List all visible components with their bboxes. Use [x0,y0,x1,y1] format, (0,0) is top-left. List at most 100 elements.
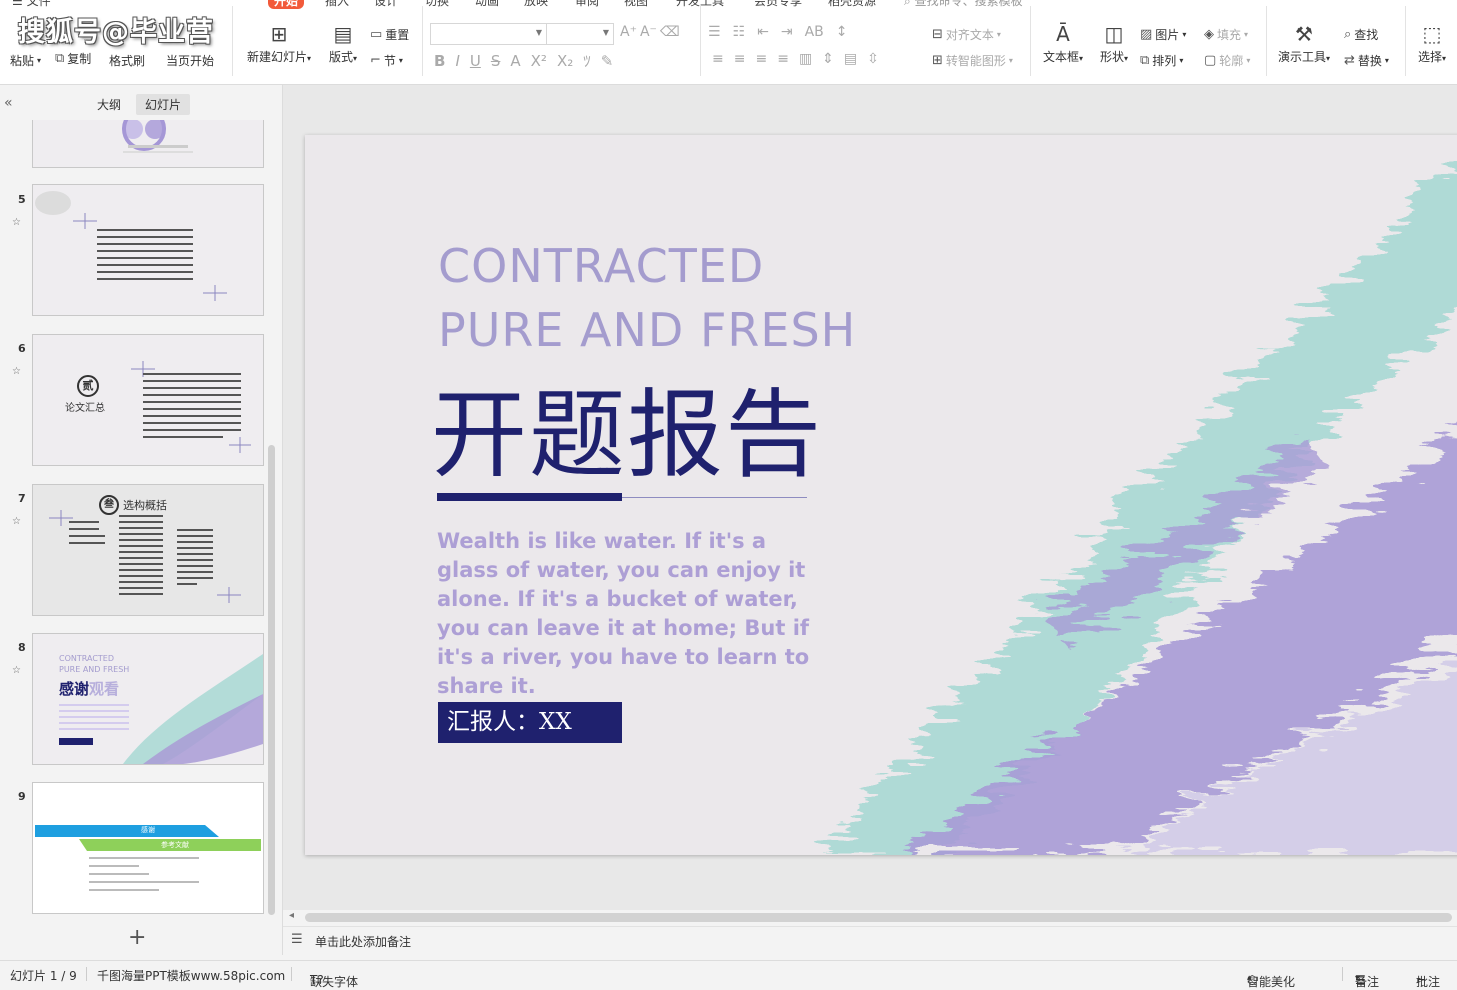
phonetic-icon[interactable]: ﾂ [583,50,591,71]
chevron-down-icon: ▾ [1124,54,1129,63]
chevron-down-icon: ▾ [1244,30,1249,39]
slide-canvas[interactable]: CONTRACTED PURE AND FRESH 开题报告 Wealth is… [305,135,1457,855]
new-slide-button[interactable]: ⊞ 新建幻灯片▾ [243,22,315,65]
align-center-icon[interactable]: ≡ [734,51,746,67]
slide-thumbnail-9[interactable]: 感谢 参考文献 [32,782,264,914]
shape-icon: ◫ [1104,22,1124,46]
picture-label: 图片 [1155,28,1180,42]
align-text-button[interactable]: ⊟ 对齐文本 ▾ [932,26,1001,43]
tab-slides[interactable]: 幻灯片 [136,94,191,115]
outline-button[interactable]: ▢ 轮廓 ▾ [1204,52,1250,69]
copy-button[interactable]: ⧉ 复制 [55,50,91,67]
thumb4-art [122,120,193,153]
para-spacing-icon[interactable]: ⇕ [822,51,834,67]
tab-review[interactable]: 审阅 [575,0,599,9]
underline-icon[interactable]: U [470,52,481,70]
layout-button[interactable]: ▤ 版式▾ [325,22,361,65]
arrange-button[interactable]: ⧉ 排列 ▾ [1140,52,1183,69]
notes-area[interactable]: ☰ 单击此处添加备注 [283,926,1457,955]
numbered-list-icon[interactable]: ☷ [733,24,746,40]
template-name: 千图海量PPT模板www.58pic.com [97,969,286,983]
search-icon: ⌕ [904,0,911,8]
ribbon-divider [232,6,233,76]
outdent-icon[interactable]: ⇤ [757,24,769,40]
tab-transition[interactable]: 切换 [425,0,449,9]
col-spacing-icon[interactable]: ⇳ [867,51,879,67]
increase-font-icon[interactable]: A⁺ [620,24,637,40]
replace-button[interactable]: ⇄ 替换 ▾ [1344,52,1389,69]
title-chinese[interactable]: 开题报告 [431,387,823,483]
highlight-icon[interactable]: ✎ [601,52,614,70]
clear-format-icon[interactable]: ⌫ [660,24,680,40]
collapse-pane-icon[interactable]: « [4,95,13,111]
text-direction-icon[interactable]: ꓮB [805,24,824,40]
align-right-icon[interactable]: ≡ [755,51,767,67]
italic-icon[interactable]: I [455,52,459,70]
tab-view[interactable]: 视图 [624,0,648,9]
reset-icon: ▭ [370,27,383,42]
from-current-button[interactable]: 当页开始 [166,52,214,69]
line-spacing-icon[interactable]: ↕ [836,24,848,40]
distribute-icon[interactable]: ▥ [799,51,812,67]
tab-animation[interactable]: 动画 [475,0,499,9]
find-button[interactable]: ⌕ 查找 [1344,26,1378,43]
slide-thumbnail-8[interactable]: CONTRACTED PURE AND FRESH 感谢观看 [32,633,264,765]
tab-file[interactable]: ☰ 文件 [12,0,51,9]
fill-button[interactable]: ◈ 填充 ▾ [1204,26,1248,43]
decrease-font-icon[interactable]: A⁻ [640,24,657,40]
select-button[interactable]: ⬚ 选择▾ [1412,22,1452,65]
column-icon[interactable]: ▤ [844,51,857,67]
notes-placeholder: 单击此处添加备注 [315,935,412,949]
subscript-icon[interactable]: X₂ [557,52,573,70]
chevron-down-icon: ▾ [1079,54,1084,63]
chevron-down-icon: ▾ [1179,56,1184,65]
font-size-select[interactable]: ▼ [546,23,614,45]
bold-icon[interactable]: B [434,52,445,70]
tab-outline[interactable]: 大纲 [88,94,130,115]
align-text-label: 对齐文本 [945,28,994,42]
tab-home[interactable]: 开始 [268,0,305,9]
bullet-list-icon[interactable]: ☰ [708,24,721,40]
thumb8-en1: CONTRACTED [59,654,115,663]
font-family-select[interactable]: ▼ [430,23,547,45]
section-button[interactable]: ⌐ 节 ▾ [370,52,403,69]
indent-icon[interactable]: ⇥ [781,24,793,40]
picture-button[interactable]: ▨ 图片 ▾ [1140,26,1186,43]
quote-text[interactable]: Wealth is like water. If it's a glass of… [437,527,817,701]
tab-slideshow[interactable]: 放映 [524,0,548,9]
paste-button[interactable]: 粘贴 ▾ [10,52,41,69]
thumb8-title-b: 观看 [89,680,120,698]
reporter-box[interactable]: 汇报人：XX [438,702,622,743]
horizontal-scrollbar[interactable] [305,913,1452,922]
smart-beautify-label: 智能美化 [1247,975,1296,989]
status-divider [291,967,292,981]
add-slide-icon[interactable]: + [128,925,146,950]
strikethrough-icon[interactable]: S [491,52,501,70]
slide-thumbnail-5[interactable] [32,184,264,316]
presenter-tools-button[interactable]: ⚒ 演示工具▾ [1272,22,1336,65]
justify-icon[interactable]: ≡ [777,51,789,67]
slide-thumbnail-4[interactable] [32,120,264,168]
slide-thumbnail-7[interactable]: 叁 选构概括 [32,484,264,616]
title-english-line1[interactable]: CONTRACTED [438,239,764,293]
textbox-button[interactable]: Ā 文本框▾ [1038,22,1088,65]
slide-thumbnail-6[interactable]: 贰 论文汇总 [32,334,264,466]
shape-button[interactable]: ◫ 形状▾ [1094,22,1134,65]
command-search[interactable]: ⌕ 查找命令、搜索模板 [904,0,1023,9]
reset-button[interactable]: ▭ 重置 [370,26,409,43]
scroll-left-icon[interactable]: ◂ [289,910,294,921]
tab-member[interactable]: 会员专享 [754,0,802,9]
tab-docer[interactable]: 稻壳资源 [828,0,876,9]
to-smartart-button[interactable]: ⊞ 转智能图形 ▾ [932,52,1013,69]
tab-design[interactable]: 设计 [374,0,398,9]
superscript-icon[interactable]: X² [531,52,547,70]
format-painter-button[interactable]: 格式刷 [109,52,145,69]
tab-insert[interactable]: 插入 [325,0,349,9]
thumbnail-scrollbar[interactable] [268,445,275,915]
font-color-icon[interactable]: A [510,52,520,70]
align-left-icon[interactable]: ≡ [712,51,724,67]
title-english-line2[interactable]: PURE AND FRESH [438,303,856,357]
chevron-down-icon: ▾ [1355,973,1360,982]
ribbon-divider [1030,6,1031,76]
select-label: 选择 [1417,50,1442,64]
